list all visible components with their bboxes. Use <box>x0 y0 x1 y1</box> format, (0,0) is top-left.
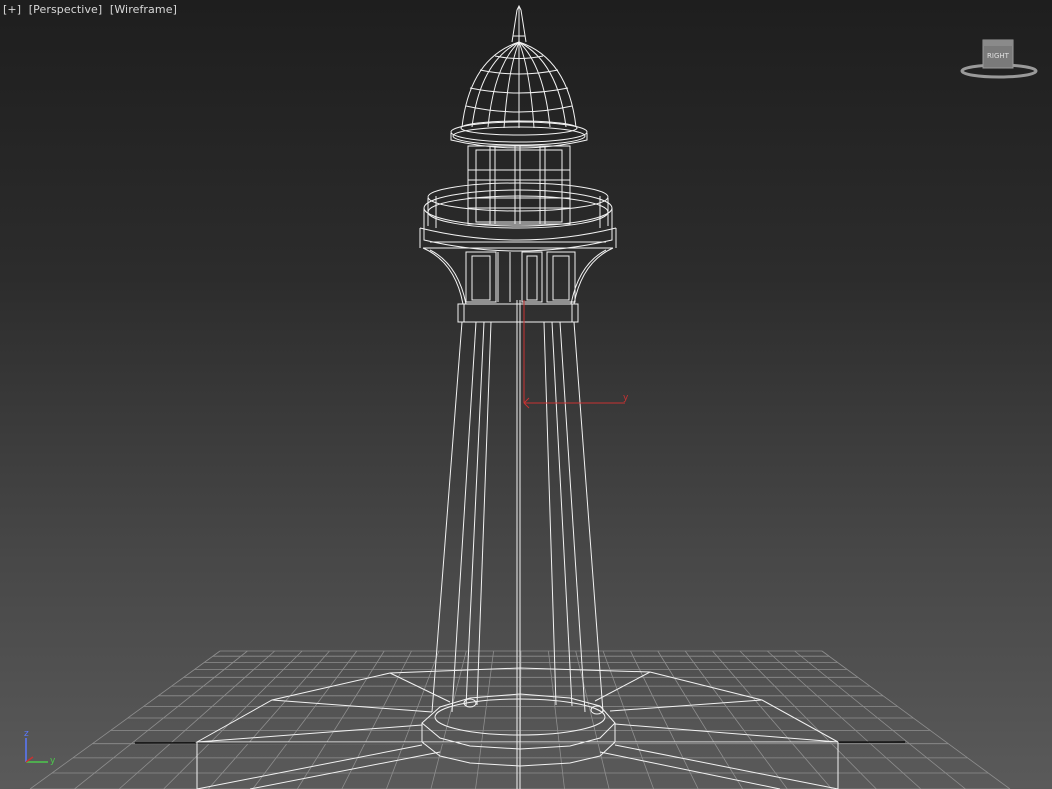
grid-line <box>341 650 412 789</box>
grid-line <box>29 650 221 789</box>
world-axis-tripod: z y <box>24 729 56 766</box>
tower-shaft[interactable] <box>431 300 604 789</box>
grid-line <box>794 650 966 789</box>
dome-finial[interactable] <box>511 4 527 43</box>
lantern-dome[interactable] <box>461 41 577 129</box>
tower-collar[interactable] <box>457 303 579 323</box>
grid-line <box>739 650 877 789</box>
viewcube-top-edge <box>983 40 1013 46</box>
grid-line <box>767 650 922 789</box>
transform-gizmo[interactable] <box>523 300 625 409</box>
lighthouse-wireframe[interactable] <box>195 4 839 789</box>
grid-line <box>74 650 248 789</box>
scene-canvas[interactable]: y RIGHT z y <box>0 0 1052 789</box>
viewcube[interactable]: RIGHT <box>960 39 1038 79</box>
corbel-windows[interactable] <box>465 251 576 303</box>
grid-line <box>821 650 1011 789</box>
grid-line <box>548 650 565 789</box>
lantern-room[interactable] <box>467 145 571 225</box>
viewcube-face-label: RIGHT <box>987 52 1010 60</box>
tripod-y-label: y <box>50 756 56 766</box>
grid-line <box>163 650 303 789</box>
perspective-viewport[interactable]: [+] [Perspective] [Wireframe] y RIGHT z … <box>0 0 1052 789</box>
gizmo-y-axis-label: y <box>623 393 629 403</box>
grid-line <box>207 650 330 789</box>
tripod-z-label: z <box>24 729 29 739</box>
